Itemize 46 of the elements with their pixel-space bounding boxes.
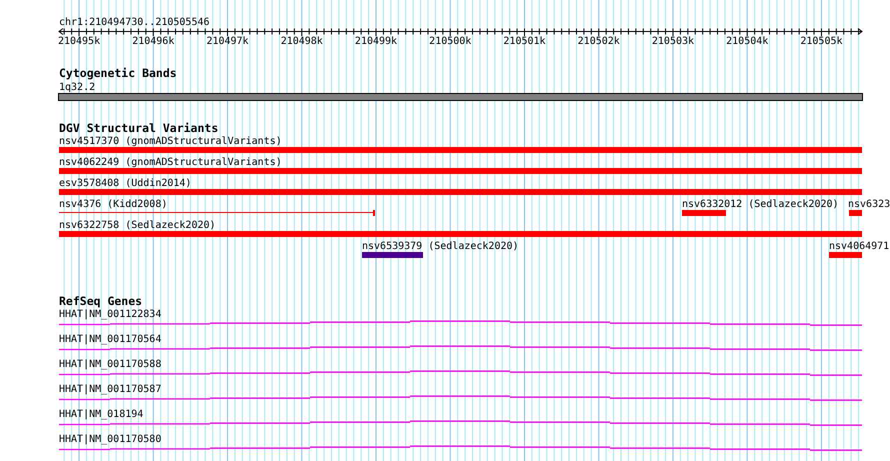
ruler-tick-label: 210504k xyxy=(726,36,768,47)
transcript-line[interactable] xyxy=(58,396,863,401)
track-title: DGV Structural Variants xyxy=(59,121,218,135)
transcript-label[interactable]: HHAT|NM_001170587 xyxy=(59,384,162,395)
variant-bar[interactable] xyxy=(362,252,423,258)
band-label: 1q32.2 xyxy=(59,82,96,93)
variant-label[interactable]: nsv4517370 (gnomADStructuralVariants) xyxy=(59,136,282,147)
ruler-tick-label: 210498k xyxy=(280,36,323,47)
transcript-label[interactable]: HHAT|NM_001170564 xyxy=(59,334,162,345)
ruler-tick-label: 210500k xyxy=(429,36,472,47)
track-title: Cytogenetic Bands xyxy=(59,66,177,80)
variant-bar[interactable] xyxy=(849,210,862,216)
transcript-label[interactable]: HHAT|NM_001170580 xyxy=(59,434,162,445)
transcript-line[interactable] xyxy=(58,446,863,451)
variant-label[interactable]: esv3578408 (Uddin2014) xyxy=(59,178,192,189)
transcript-line[interactable] xyxy=(58,346,863,351)
transcript-label[interactable]: HHAT|NM_001122834 xyxy=(59,309,162,320)
ruler-tick-label: 210502k xyxy=(578,36,620,47)
variant-bar[interactable] xyxy=(59,147,862,153)
variant-label[interactable]: nsv4376 (Kidd2008) xyxy=(59,199,168,210)
ruler-tick-label: 210505k xyxy=(800,36,843,47)
transcript-line[interactable] xyxy=(58,420,863,426)
variant-label[interactable]: nsv6322758 (Sedlazeck2020) xyxy=(59,220,216,231)
variant-label[interactable]: nsv6323 xyxy=(848,199,890,210)
variant-label[interactable]: nsv6539379 (Sedlazeck2020) xyxy=(362,241,519,252)
variant-label[interactable]: nsv4064971 xyxy=(829,241,890,252)
ruler-tick-label: 210503k xyxy=(652,36,694,47)
variant-bar[interactable] xyxy=(59,231,862,237)
ruler-tick-label: 210497k xyxy=(206,36,249,47)
transcript-label[interactable]: HHAT|NM_001170588 xyxy=(59,359,162,370)
variant-line[interactable] xyxy=(59,210,375,216)
variant-bar[interactable] xyxy=(682,210,726,216)
transcript-line[interactable] xyxy=(58,320,863,326)
variant-bar[interactable] xyxy=(829,252,862,258)
region-label: chr1:210494730..210505546 xyxy=(59,17,210,28)
transcript-line[interactable] xyxy=(58,370,863,376)
track-title: RefSeq Genes xyxy=(59,294,142,308)
ruler-tick-label: 210496k xyxy=(132,36,174,47)
variant-bar[interactable] xyxy=(59,168,862,174)
ruler-tick-label: 210495k xyxy=(58,36,100,47)
variant-label[interactable]: nsv4062249 (gnomADStructuralVariants) xyxy=(59,157,282,168)
ruler-tick-label: 210499k xyxy=(354,36,398,47)
variant-label[interactable]: nsv6332012 (Sedlazeck2020) xyxy=(682,199,839,210)
variant-bar[interactable] xyxy=(59,189,862,195)
ruler-tick-label: 210501k xyxy=(503,36,546,47)
transcript-label[interactable]: HHAT|NM_018194 xyxy=(59,409,144,420)
